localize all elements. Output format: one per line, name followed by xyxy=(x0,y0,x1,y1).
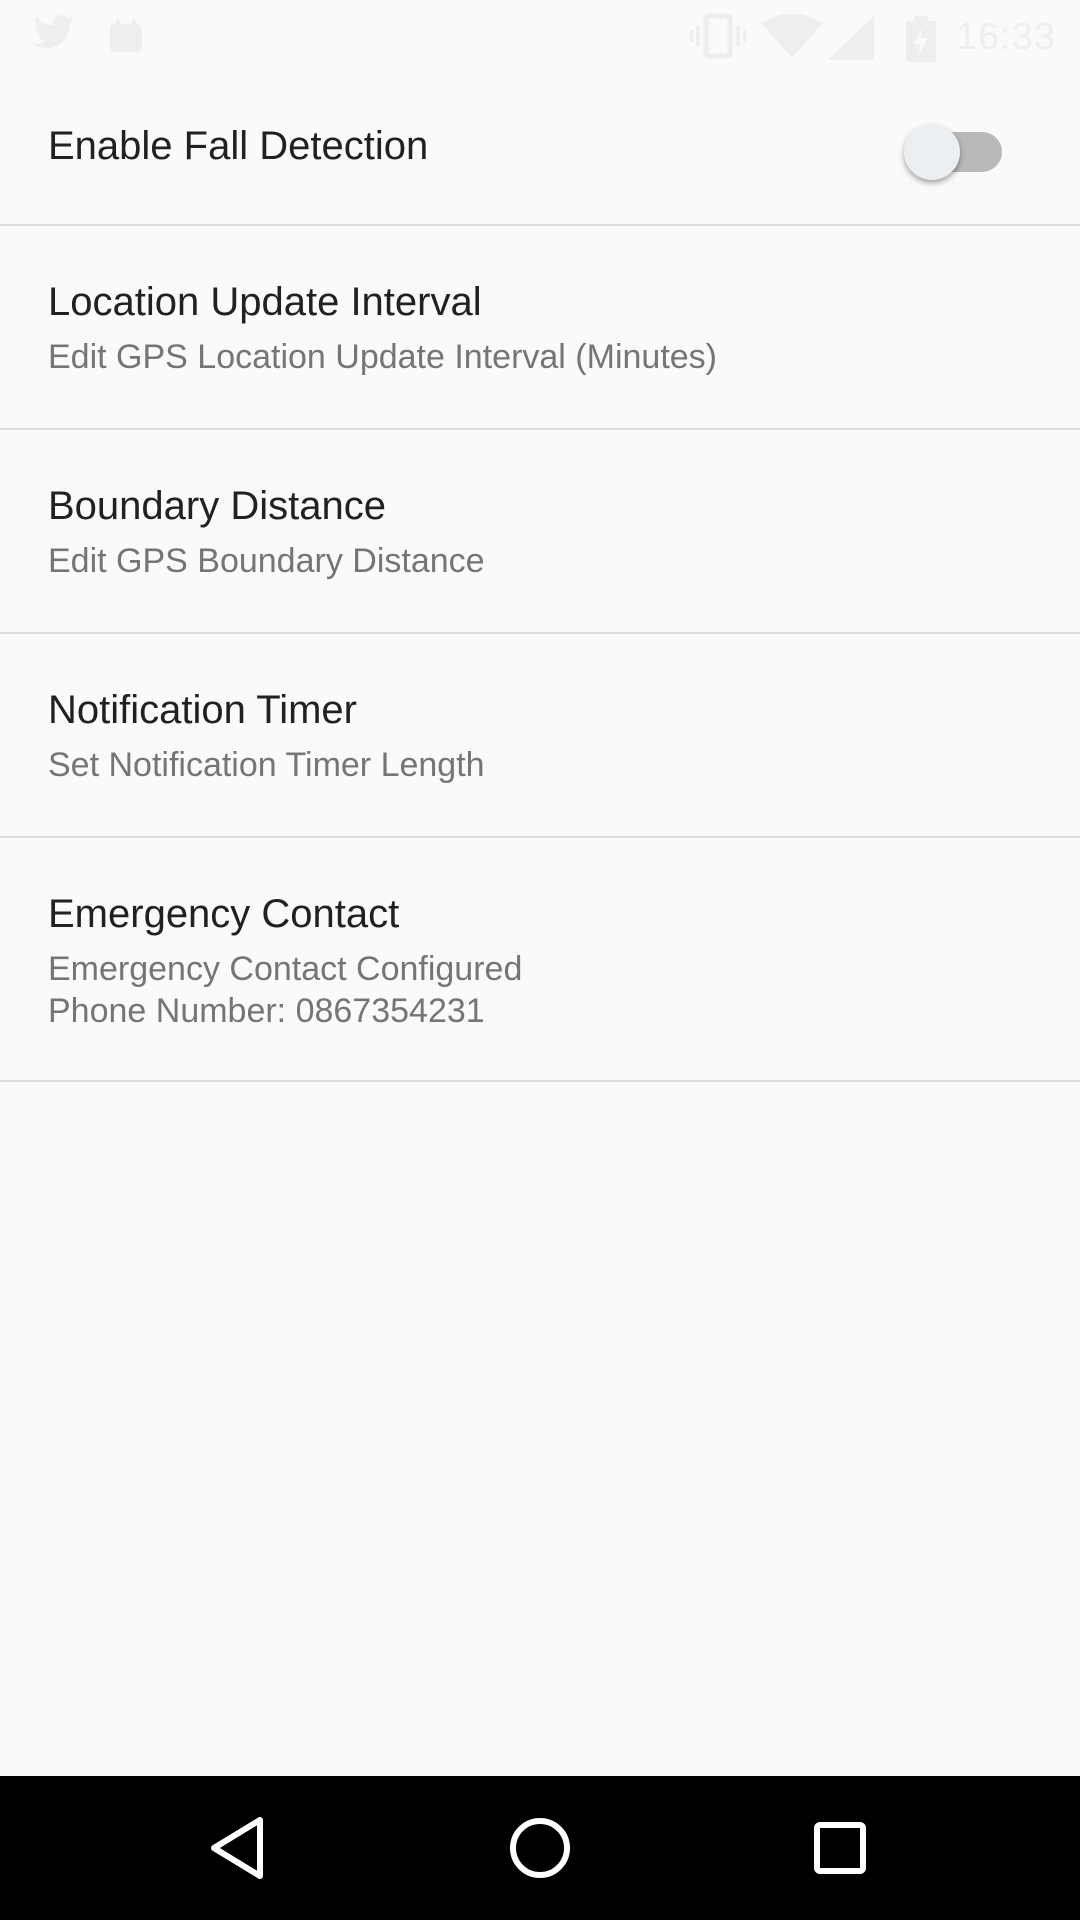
battery-charging-icon xyxy=(904,16,938,67)
navigation-bar xyxy=(0,1776,1080,1920)
pref-title: Notification Timer xyxy=(48,688,357,732)
pref-title: Emergency Contact xyxy=(48,892,400,936)
emergency-contact-phone: Phone Number: 0867354231 xyxy=(48,992,485,1030)
recents-icon[interactable] xyxy=(790,1798,890,1898)
pref-notification-timer[interactable]: Notification Timer Set Notification Time… xyxy=(0,634,1080,838)
pref-summary: Set Notification Timer Length xyxy=(48,746,485,784)
twitter-icon xyxy=(32,14,76,59)
fall-detection-switch[interactable] xyxy=(904,124,1002,180)
status-bar: 16:33 xyxy=(0,0,1080,72)
switch-thumb xyxy=(904,124,960,180)
pref-boundary-distance[interactable]: Boundary Distance Edit GPS Boundary Dist… xyxy=(0,430,1080,634)
back-icon[interactable] xyxy=(190,1798,290,1898)
vibrate-icon xyxy=(690,12,746,65)
status-time: 16:33 xyxy=(955,16,1056,58)
settings-list: Enable Fall Detection Location Update In… xyxy=(0,72,1080,1082)
pref-summary: Edit GPS Boundary Distance xyxy=(48,542,485,580)
home-icon[interactable] xyxy=(490,1798,590,1898)
pref-location-update-interval[interactable]: Location Update Interval Edit GPS Locati… xyxy=(0,226,1080,430)
pref-summary: Emergency Contact Configured Phone Numbe… xyxy=(48,948,522,1032)
wifi-icon xyxy=(762,13,822,63)
pref-title: Location Update Interval xyxy=(48,280,482,324)
pref-title: Enable Fall Detection xyxy=(48,124,429,168)
app-notification-icon xyxy=(108,18,144,59)
pref-summary: Edit GPS Location Update Interval (Minut… xyxy=(48,338,717,376)
cellular-signal-icon xyxy=(828,16,876,65)
pref-title: Boundary Distance xyxy=(48,484,386,528)
pref-fall-detection[interactable]: Enable Fall Detection xyxy=(0,72,1080,226)
emergency-contact-status: Emergency Contact Configured xyxy=(48,950,523,988)
pref-emergency-contact[interactable]: Emergency Contact Emergency Contact Conf… xyxy=(0,838,1080,1082)
